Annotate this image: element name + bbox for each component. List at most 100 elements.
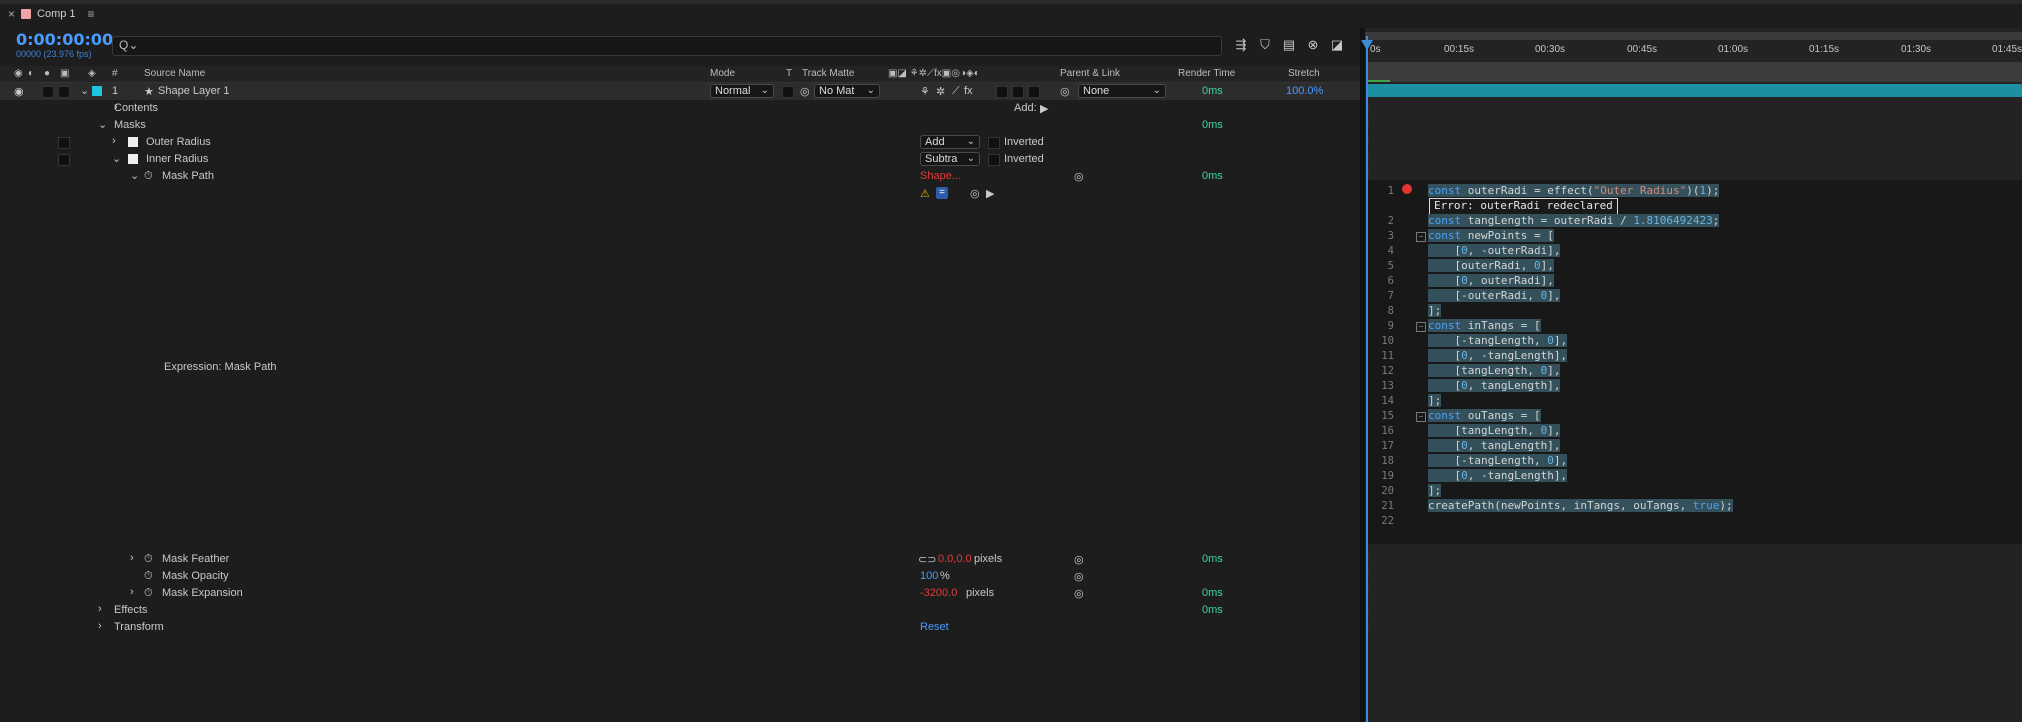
frame-blending-icon[interactable]: ⊗ bbox=[1304, 36, 1322, 54]
eye-icon[interactable]: ◉ bbox=[14, 85, 24, 98]
comp-tab[interactable]: × Comp 1 ≡ bbox=[8, 6, 95, 22]
collapse-icon[interactable]: ✲ bbox=[936, 85, 945, 98]
lock-icon[interactable]: ▣ bbox=[60, 68, 69, 79]
link-icon[interactable]: ⊂⊃ bbox=[918, 553, 936, 566]
transform-reset-link[interactable]: Reset bbox=[920, 621, 949, 633]
time-ruler[interactable]: 0s 00:15s 00:30s 00:45s 01:00s 01:15s 01… bbox=[1368, 44, 2022, 62]
effects-row[interactable]: › Effects 0ms bbox=[0, 602, 1360, 619]
time-navigator[interactable] bbox=[1365, 32, 2022, 40]
stopwatch-icon[interactable]: ⏱ bbox=[144, 553, 153, 566]
mask-lock-box[interactable] bbox=[58, 137, 70, 149]
mask-mode-dropdown-outer[interactable]: Add ⌄ bbox=[920, 135, 980, 149]
motion-blur-box[interactable] bbox=[996, 86, 1008, 98]
fold-toggle-icon[interactable]: − bbox=[1416, 232, 1426, 242]
hamburger-menu-icon[interactable]: ≡ bbox=[88, 7, 95, 21]
label-icon[interactable]: ◈ bbox=[88, 68, 96, 79]
adjustment-box[interactable] bbox=[1012, 86, 1024, 98]
layer-search-input[interactable]: Q⌄ bbox=[112, 36, 1222, 56]
mask-feather-value[interactable]: 0.0,0.0 bbox=[938, 553, 972, 565]
work-area-bar[interactable] bbox=[1368, 62, 2022, 82]
pickwhip-icon[interactable]: ◎ bbox=[1060, 85, 1070, 98]
layer-stretch[interactable]: 100.0% bbox=[1286, 85, 1323, 97]
code-line-15[interactable]: const ouTangs = [ bbox=[1428, 409, 1541, 422]
pickwhip-icon[interactable]: ◎ bbox=[1074, 553, 1084, 566]
mask-color-swatch[interactable] bbox=[128, 154, 138, 164]
solo-box[interactable] bbox=[42, 86, 54, 98]
solo-toggle-icon[interactable]: ● bbox=[44, 68, 50, 79]
pickwhip-icon[interactable]: ◎ bbox=[1074, 170, 1084, 183]
code-line-5[interactable]: [outerRadi, 0], bbox=[1428, 259, 1554, 272]
mask-opacity-row[interactable]: ⏱ Mask Opacity 100 % ◎ bbox=[0, 568, 1360, 585]
code-line-17[interactable]: [0, tangLength], bbox=[1428, 439, 1561, 452]
audio-toggle-icon[interactable]: ◐ bbox=[28, 68, 34, 79]
transform-row[interactable]: › Transform Reset bbox=[0, 619, 1360, 636]
code-line-7[interactable]: [-outerRadi, 0], bbox=[1428, 289, 1561, 302]
code-line-18[interactable]: [-tangLength, 0], bbox=[1428, 454, 1568, 467]
draft-3d-icon[interactable]: ⛉ bbox=[1256, 36, 1274, 54]
expression-language-menu-icon[interactable]: ▶ bbox=[986, 187, 994, 200]
chevron-down-icon[interactable]: ⌄ bbox=[112, 152, 121, 165]
mask-lock-box[interactable] bbox=[58, 154, 70, 166]
graph-icon[interactable]: ◎ bbox=[970, 187, 980, 200]
enable-expression-icon[interactable]: = bbox=[936, 187, 948, 199]
fx-icon[interactable]: fx bbox=[964, 85, 973, 97]
code-line-16[interactable]: [tangLength, 0], bbox=[1428, 424, 1561, 437]
close-tab-icon[interactable]: × bbox=[8, 7, 15, 21]
lock-box[interactable] bbox=[58, 86, 70, 98]
current-time-indicator[interactable] bbox=[1366, 36, 1368, 722]
mask-path-value[interactable]: Shape... bbox=[920, 170, 961, 182]
hide-shy-layers-icon[interactable]: ▤ bbox=[1280, 36, 1298, 54]
mask-path-row[interactable]: ⌄ ⏱ Mask Path Shape... ◎ 0ms bbox=[0, 168, 1360, 185]
spiral-icon[interactable]: ◎ bbox=[800, 85, 810, 98]
playhead-icon[interactable] bbox=[1361, 40, 1373, 50]
inverted-checkbox-inner[interactable] bbox=[988, 154, 1000, 166]
mask-name-outer[interactable]: Outer Radius bbox=[146, 136, 211, 148]
mask-expansion-value[interactable]: -3200.0 bbox=[920, 587, 957, 599]
masks-row[interactable]: ⌄ Masks 0ms bbox=[0, 117, 1360, 134]
track-matte-dropdown[interactable]: No Mat ⌄ bbox=[814, 84, 880, 98]
layer-name[interactable]: Shape Layer 1 bbox=[158, 85, 230, 97]
code-line-12[interactable]: [tangLength, 0], bbox=[1428, 364, 1561, 377]
code-line-4[interactable]: [0, -outerRadi], bbox=[1428, 244, 1561, 257]
code-line-10[interactable]: [-tangLength, 0], bbox=[1428, 334, 1568, 347]
add-menu-icon[interactable]: ▶ bbox=[1040, 102, 1048, 115]
error-marker-icon[interactable] bbox=[1402, 184, 1412, 194]
code-line-9[interactable]: const inTangs = [ bbox=[1428, 319, 1541, 332]
chevron-right-icon[interactable]: › bbox=[98, 603, 102, 615]
code-line-21[interactable]: createPath(newPoints, inTangs, ouTangs, … bbox=[1428, 499, 1733, 512]
code-line-14[interactable]: ]; bbox=[1428, 394, 1442, 407]
mask-name-inner[interactable]: Inner Radius bbox=[146, 153, 208, 165]
inverted-checkbox-outer[interactable] bbox=[988, 137, 1000, 149]
pickwhip-icon[interactable]: ◎ bbox=[1074, 587, 1084, 600]
chevron-right-icon[interactable]: › bbox=[130, 552, 134, 564]
code-line-8[interactable]: ]; bbox=[1428, 304, 1442, 317]
parent-dropdown[interactable]: None ⌄ bbox=[1078, 84, 1166, 98]
chevron-right-icon[interactable]: › bbox=[112, 135, 116, 147]
current-timecode[interactable]: 0:00:00:00 bbox=[16, 30, 113, 49]
warning-icon[interactable]: ⚠ bbox=[920, 187, 930, 200]
code-line-3[interactable]: const newPoints = [ bbox=[1428, 229, 1554, 242]
stopwatch-icon[interactable]: ⏱ bbox=[144, 170, 153, 183]
code-line-20[interactable]: ]; bbox=[1428, 484, 1442, 497]
chevron-right-icon[interactable]: › bbox=[130, 586, 134, 598]
graph-editor-icon[interactable]: ◪ bbox=[1328, 36, 1346, 54]
chevron-down-icon[interactable]: ⌄ bbox=[80, 84, 89, 97]
code-line-19[interactable]: [0, -tangLength], bbox=[1428, 469, 1568, 482]
mask-mode-dropdown-inner[interactable]: Subtra ⌄ bbox=[920, 152, 980, 166]
code-line-1[interactable]: const outerRadi = effect("Outer Radius")… bbox=[1428, 184, 1720, 197]
contents-row[interactable]: › Contents Add: ▶ bbox=[0, 100, 1360, 117]
code-line-13[interactable]: [0, tangLength], bbox=[1428, 379, 1561, 392]
video-toggle-icon[interactable]: ◉ bbox=[14, 68, 23, 79]
layer-duration-bar[interactable] bbox=[1368, 84, 2022, 97]
mask-color-swatch[interactable] bbox=[128, 137, 138, 147]
layer-row[interactable]: ◉ ⌄ 1 ★ Shape Layer 1 Normal ⌄ ◎ No Mat ⌄ … bbox=[0, 83, 1360, 100]
chevron-right-icon[interactable]: › bbox=[98, 620, 102, 632]
mask-row-outer[interactable]: › Outer Radius Add ⌄ Inverted bbox=[0, 134, 1360, 151]
mask-opacity-value[interactable]: 100 bbox=[920, 570, 938, 582]
pickwhip-icon[interactable]: ◎ bbox=[1074, 570, 1084, 583]
quality-icon[interactable]: ⟋ bbox=[952, 85, 960, 98]
mask-feather-row[interactable]: › ⏱ Mask Feather ⊂⊃ 0.0,0.0 pixels ◎ 0ms bbox=[0, 551, 1360, 568]
stopwatch-icon[interactable]: ⏱ bbox=[144, 570, 153, 583]
code-line-2[interactable]: const tangLength = outerRadi / 1.8106492… bbox=[1428, 214, 1720, 227]
code-line-11[interactable]: [0, -tangLength], bbox=[1428, 349, 1568, 362]
